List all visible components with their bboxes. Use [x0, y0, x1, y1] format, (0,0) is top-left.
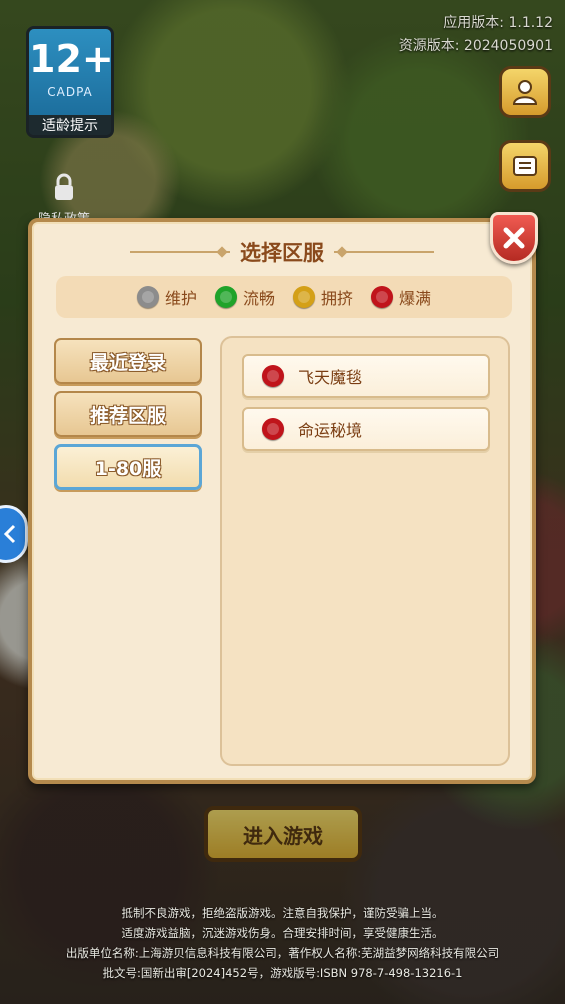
lock-icon: [55, 173, 73, 200]
age-rating-label: 适龄提示: [29, 115, 111, 135]
enter-game-button[interactable]: 进入游戏: [204, 806, 362, 862]
server-list-panel: 飞天魔毯 命运秘境: [220, 336, 510, 766]
age-rating-org: CADPA: [47, 85, 93, 99]
legend-item-maintenance: 维护: [136, 285, 197, 309]
server-select-dialog: 选择区服 维护 流畅 拥挤 爆满 最近登录 推荐区服 1-80服 飞天魔毯 命运…: [28, 212, 538, 784]
category-recent-login[interactable]: 最近登录: [54, 338, 202, 384]
server-name: 命运秘境: [298, 421, 363, 440]
footer-line: 出版单位名称:上海游贝信息科技有限公司，著作权人名称:芜湖益梦网络科技有限公司: [65, 946, 500, 960]
server-item[interactable]: 飞天魔毯: [242, 354, 490, 398]
status-dot-icon: [262, 365, 284, 387]
server-name: 飞天魔毯: [298, 368, 363, 387]
server-status-legend: 维护 流畅 拥挤 爆满: [56, 276, 512, 318]
status-dot-icon: [136, 286, 159, 308]
resource-version-text: 资源版本: 2024050901: [398, 38, 553, 54]
close-icon: [503, 227, 525, 249]
notice-button[interactable]: [499, 140, 551, 192]
legend-item-crowded: 拥挤: [293, 285, 353, 309]
category-recommended[interactable]: 推荐区服: [54, 391, 202, 437]
legend-label: 流畅: [242, 289, 275, 308]
app-version-text: 应用版本: 1.1.12: [443, 15, 553, 31]
title-ornament-left: [130, 248, 230, 256]
notice-icon: [513, 156, 537, 176]
user-icon: [512, 80, 538, 105]
profile-button[interactable]: [499, 66, 551, 118]
dialog-title: 选择区服: [240, 241, 324, 265]
title-ornament-right: [334, 248, 434, 256]
status-dot-icon: [293, 286, 315, 308]
footer-notice: 抵制不良游戏，拒绝盗版游戏。注意自我保护，谨防受骗上当。 适度游戏益脑，沉迷游戏…: [0, 903, 565, 983]
footer-line: 批文号:国新出审[2024]452号，游戏版号:ISBN 978-7-498-1…: [102, 966, 463, 980]
status-dot-icon: [214, 286, 237, 308]
legend-label: 维护: [164, 289, 197, 308]
category-range-selected[interactable]: 1-80服: [54, 444, 202, 490]
close-button[interactable]: [490, 212, 538, 264]
dialog-header: 选择区服: [32, 236, 532, 268]
status-dot-icon: [371, 286, 394, 308]
footer-line: 适度游戏益脑，沉迷游戏伤身。合理安排时间，享受健康生活。: [121, 926, 444, 940]
age-rating-badge[interactable]: 12+ CADPA 适龄提示: [26, 26, 114, 138]
server-item[interactable]: 命运秘境: [242, 407, 490, 451]
legend-label: 拥挤: [321, 289, 354, 308]
legend-label: 爆满: [399, 289, 432, 308]
legend-item-full: 爆满: [371, 285, 431, 309]
legend-item-smooth: 流畅: [214, 285, 275, 309]
age-rating-number: 12+: [29, 37, 114, 81]
footer-line: 抵制不良游戏，拒绝盗版游戏。注意自我保护，谨防受骗上当。: [121, 906, 444, 920]
chevron-left-icon: [3, 524, 16, 544]
status-dot-icon: [262, 418, 284, 440]
